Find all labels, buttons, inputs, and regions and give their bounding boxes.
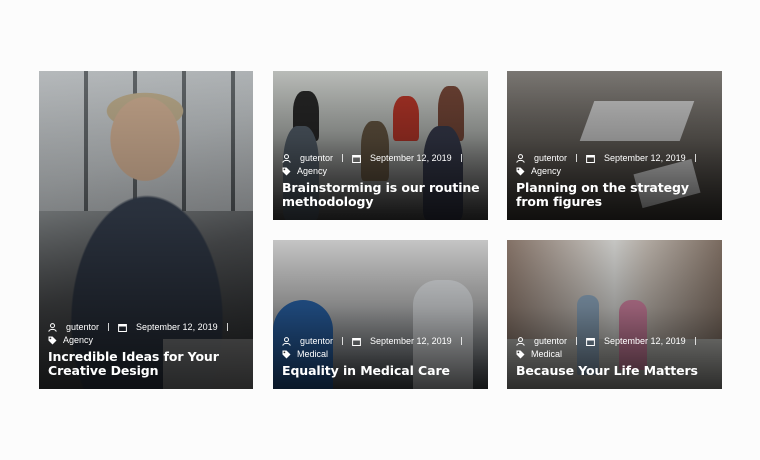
calendar-icon <box>352 337 361 346</box>
post-author[interactable]: gutentor <box>66 321 99 333</box>
post-category[interactable]: Medical <box>531 348 562 361</box>
tag-icon <box>516 167 525 176</box>
user-icon <box>516 336 525 346</box>
post-card[interactable]: gutentor September 12, 2019 Agency Incre… <box>39 71 253 389</box>
meta-separator <box>342 154 344 162</box>
post-author[interactable]: gutentor <box>534 152 567 164</box>
post-date[interactable]: September 12, 2019 <box>370 335 452 347</box>
user-icon <box>516 153 525 163</box>
meta-separator <box>460 154 462 162</box>
post-date[interactable]: September 12, 2019 <box>604 152 686 164</box>
user-icon <box>282 153 291 163</box>
post-title[interactable]: Planning on the strategy from figures <box>516 181 714 209</box>
calendar-icon <box>586 337 595 346</box>
post-info: gutentor September 12, 2019 Agency Brain… <box>282 152 480 209</box>
meta-separator <box>576 154 578 162</box>
post-card[interactable]: gutentor September 12, 2019 Agency Brain… <box>273 71 488 220</box>
meta-separator <box>342 337 344 345</box>
post-author[interactable]: gutentor <box>300 335 333 347</box>
post-date[interactable]: September 12, 2019 <box>136 321 218 333</box>
tag-icon <box>48 336 57 345</box>
post-title[interactable]: Equality in Medical Care <box>282 364 480 378</box>
post-info: gutentor September 12, 2019 Agency Plann… <box>516 152 714 209</box>
meta-separator <box>226 323 228 331</box>
post-date[interactable]: September 12, 2019 <box>604 335 686 347</box>
post-category[interactable]: Medical <box>297 348 328 361</box>
meta-separator <box>576 337 578 345</box>
calendar-icon <box>586 154 595 163</box>
post-author[interactable]: gutentor <box>300 152 333 164</box>
post-info: gutentor September 12, 2019 Medical Equa… <box>282 335 480 378</box>
tag-icon <box>282 167 291 176</box>
post-title[interactable]: Incredible Ideas for Your Creative Desig… <box>48 350 245 378</box>
post-card[interactable]: gutentor September 12, 2019 Agency Plann… <box>507 71 722 220</box>
meta-separator <box>694 337 696 345</box>
meta-separator <box>694 154 696 162</box>
post-title[interactable]: Brainstorming is our routine methodology <box>282 181 480 209</box>
user-icon <box>282 336 291 346</box>
post-date[interactable]: September 12, 2019 <box>370 152 452 164</box>
user-icon <box>48 322 57 332</box>
post-title[interactable]: Because Your Life Matters <box>516 364 714 378</box>
post-grid: gutentor September 12, 2019 Agency Incre… <box>39 71 722 389</box>
post-info: gutentor September 12, 2019 Agency Incre… <box>48 321 245 378</box>
post-card[interactable]: gutentor September 12, 2019 Medical Beca… <box>507 240 722 389</box>
post-category[interactable]: Agency <box>531 165 561 178</box>
tag-icon <box>282 350 291 359</box>
post-category[interactable]: Agency <box>63 334 93 347</box>
meta-separator <box>108 323 110 331</box>
post-info: gutentor September 12, 2019 Medical Beca… <box>516 335 714 378</box>
calendar-icon <box>118 323 127 332</box>
post-card[interactable]: gutentor September 12, 2019 Medical Equa… <box>273 240 488 389</box>
calendar-icon <box>352 154 361 163</box>
meta-separator <box>460 337 462 345</box>
post-author[interactable]: gutentor <box>534 335 567 347</box>
post-category[interactable]: Agency <box>297 165 327 178</box>
tag-icon <box>516 350 525 359</box>
